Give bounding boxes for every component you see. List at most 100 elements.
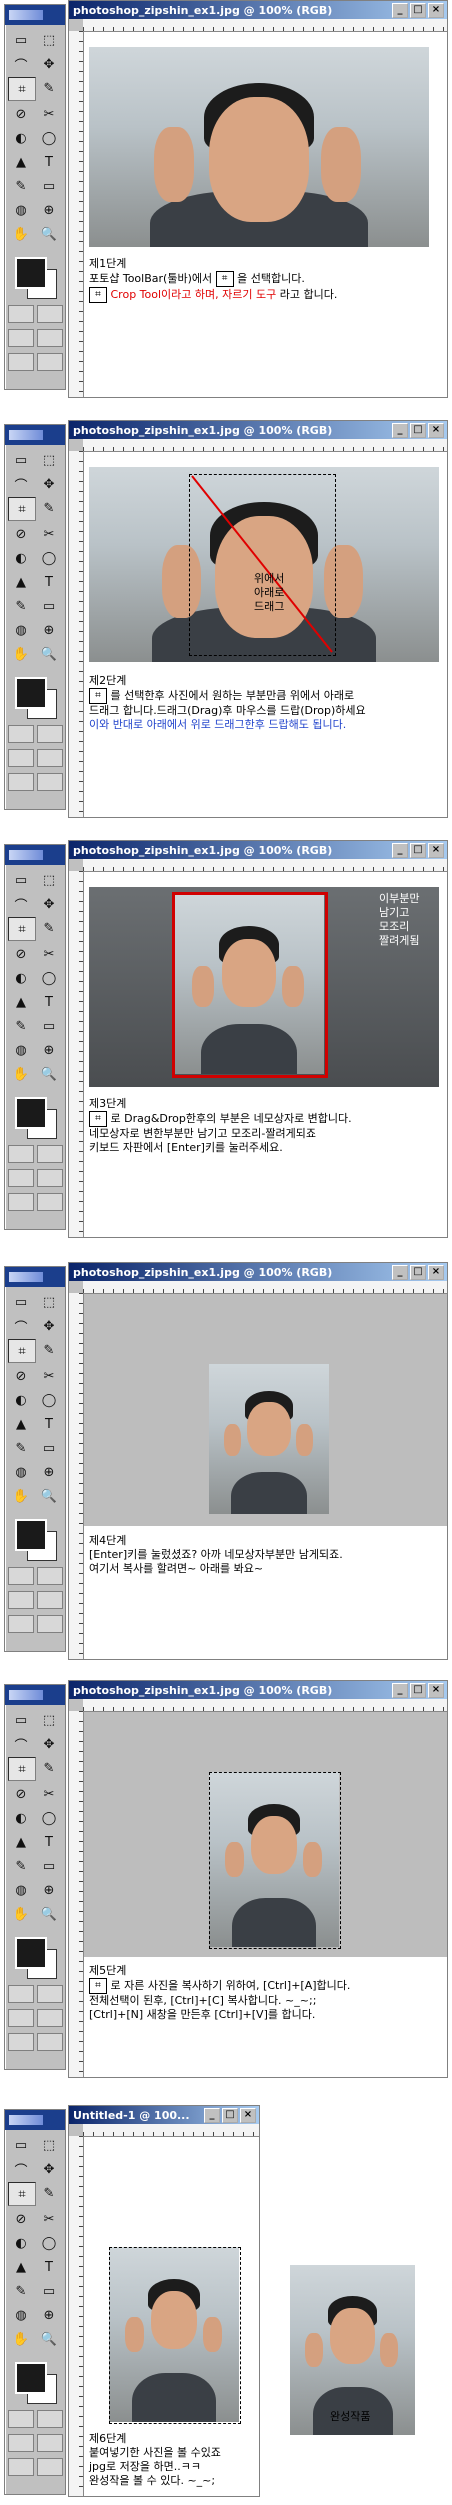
crop-tool-icon[interactable]: ⌗ xyxy=(8,917,36,941)
tool-icon[interactable]: ▲ xyxy=(8,1831,34,1853)
tool-icon[interactable]: ⬚ xyxy=(36,869,62,891)
tool-icon[interactable]: ◍ xyxy=(8,619,34,641)
tool-icon[interactable]: ⬚ xyxy=(36,2134,62,2156)
tool-icon[interactable]: ◍ xyxy=(8,1879,34,1901)
mode-button[interactable] xyxy=(7,1591,34,1609)
tool-icon[interactable]: T xyxy=(36,991,62,1013)
crop-tool-icon[interactable]: ⌗ xyxy=(8,1757,36,1781)
mode-button[interactable] xyxy=(36,2410,63,2428)
minimize-button[interactable]: _ xyxy=(392,423,408,438)
tool-icon[interactable]: ✎ xyxy=(8,1437,34,1459)
tool-icon[interactable]: ▲ xyxy=(8,151,34,173)
toolbox-titlebar[interactable] xyxy=(5,845,65,865)
tool-icon[interactable]: T xyxy=(36,571,62,593)
canvas[interactable]: 제1단계 포토샵 ToolBar(툴바)에서 ⌗ 을 선택합니다. ⌗ Crop T… xyxy=(84,32,447,397)
tool-icon[interactable]: ⌒ xyxy=(8,473,34,495)
canvas[interactable]: 위에서 아래로 드래그 제2단계 ⌗ 를 선택한후 사진에서 원하는 부분만큼 위에서 … xyxy=(84,452,447,817)
mode-button[interactable] xyxy=(7,2033,34,2051)
crop-tool-icon[interactable]: ⌗ xyxy=(8,497,36,521)
crop-tool-icon[interactable]: ⌗ xyxy=(8,77,36,101)
tool-icon[interactable]: ⌒ xyxy=(8,53,34,75)
tool-icon[interactable]: ✂ xyxy=(36,103,62,125)
tool-icon[interactable]: ▭ xyxy=(36,175,62,197)
tool-icon[interactable]: ▭ xyxy=(36,1855,62,1877)
tool-icon[interactable]: ◐ xyxy=(8,1807,34,1829)
tool-icon[interactable]: 🔍 xyxy=(36,1485,62,1507)
tool-icon[interactable]: ✎ xyxy=(36,2182,62,2204)
maximize-button[interactable]: □ xyxy=(410,843,426,858)
tool-icon[interactable]: ✥ xyxy=(36,1733,62,1755)
canvas[interactable]: 제4단계 [Enter]키를 눌렀셨죠? 아까 네모상자부분만 남게되죠. 여기서 … xyxy=(84,1294,447,1659)
tool-icon[interactable]: ◐ xyxy=(8,2232,34,2254)
mode-button[interactable] xyxy=(36,1567,63,1585)
tool-icon[interactable]: ◐ xyxy=(8,547,34,569)
mode-button[interactable] xyxy=(7,1615,34,1633)
tool-icon[interactable]: ⌒ xyxy=(8,2158,34,2180)
tool-icon[interactable]: ◯ xyxy=(36,1389,62,1411)
tool-icon[interactable]: T xyxy=(36,2256,62,2278)
tool-icon[interactable]: 🔍 xyxy=(36,1903,62,1925)
tool-icon[interactable]: ◯ xyxy=(36,1807,62,1829)
maximize-button[interactable]: □ xyxy=(410,3,426,18)
minimize-button[interactable]: _ xyxy=(392,1683,408,1698)
crop-box[interactable] xyxy=(172,892,328,1078)
tool-icon[interactable]: ▭ xyxy=(36,595,62,617)
mode-button[interactable] xyxy=(36,2434,63,2452)
window-titlebar[interactable]: photoshop_zipshin_ex1.jpg @ 100% (RGB) _ □… xyxy=(69,1681,447,1699)
tool-icon[interactable]: ✥ xyxy=(36,893,62,915)
mode-button[interactable] xyxy=(36,749,63,767)
mode-button[interactable] xyxy=(36,329,63,347)
pasted-layer-bounds[interactable] xyxy=(109,2247,241,2424)
tool-icon[interactable]: ✂ xyxy=(36,2208,62,2230)
minimize-button[interactable]: _ xyxy=(392,1265,408,1280)
tool-icon[interactable]: ✥ xyxy=(36,1315,62,1337)
tool-icon[interactable]: ⊕ xyxy=(36,2304,62,2326)
mode-button[interactable] xyxy=(7,2410,34,2428)
maximize-button[interactable]: □ xyxy=(222,2108,238,2123)
tool-icon[interactable]: ⬚ xyxy=(36,29,62,51)
tool-icon[interactable]: 🔍 xyxy=(36,223,62,245)
tool-icon[interactable]: ⊘ xyxy=(8,103,34,125)
tool-icon[interactable]: 🔍 xyxy=(36,643,62,665)
close-button[interactable]: × xyxy=(428,1265,444,1280)
tool-icon[interactable]: ◯ xyxy=(36,127,62,149)
tool-icon[interactable]: T xyxy=(36,151,62,173)
tool-icon[interactable]: ✋ xyxy=(8,1485,34,1507)
mode-button[interactable] xyxy=(7,1567,34,1585)
tool-icon[interactable]: ✂ xyxy=(36,1783,62,1805)
tool-icon[interactable]: ⊘ xyxy=(8,1365,34,1387)
tool-icon[interactable]: ▭ xyxy=(8,1291,34,1313)
window-titlebar[interactable]: photoshop_zipshin_ex1.jpg @ 100% (RGB) _ □… xyxy=(69,1263,447,1281)
tool-icon[interactable]: ▭ xyxy=(8,869,34,891)
crop-tool-icon[interactable]: ⌗ xyxy=(8,2182,36,2206)
mode-button[interactable] xyxy=(7,353,34,371)
tool-icon[interactable]: ✋ xyxy=(8,643,34,665)
tool-icon[interactable]: ⊕ xyxy=(36,1461,62,1483)
foreground-color-swatch[interactable] xyxy=(15,2362,47,2394)
mode-button[interactable] xyxy=(36,305,63,323)
mode-button[interactable] xyxy=(7,1985,34,2003)
mode-button[interactable] xyxy=(7,1169,34,1187)
tool-icon[interactable]: ✎ xyxy=(8,175,34,197)
mode-button[interactable] xyxy=(36,1615,63,1633)
window-titlebar[interactable]: photoshop_zipshin_ex1.jpg @ 100% (RGB) _ □… xyxy=(69,1,447,19)
tool-icon[interactable]: ⬚ xyxy=(36,1291,62,1313)
mode-button[interactable] xyxy=(36,2033,63,2051)
mode-button[interactable] xyxy=(7,725,34,743)
toolbox-titlebar[interactable] xyxy=(5,1685,65,1705)
tool-icon[interactable]: ⌒ xyxy=(8,1733,34,1755)
tool-icon[interactable]: ▭ xyxy=(8,29,34,51)
tool-icon[interactable]: ◍ xyxy=(8,1039,34,1061)
tool-icon[interactable]: ◯ xyxy=(36,547,62,569)
select-all-marquee[interactable] xyxy=(209,1772,341,1949)
tool-icon[interactable]: ⌒ xyxy=(8,893,34,915)
close-button[interactable]: × xyxy=(428,1683,444,1698)
tool-icon[interactable]: ✎ xyxy=(36,917,62,939)
mode-button[interactable] xyxy=(36,725,63,743)
tool-icon[interactable]: ✥ xyxy=(36,2158,62,2180)
tool-icon[interactable]: ✂ xyxy=(36,943,62,965)
toolbox-titlebar[interactable] xyxy=(5,425,65,445)
tool-icon[interactable]: ✎ xyxy=(36,1757,62,1779)
tool-icon[interactable]: ✎ xyxy=(36,1339,62,1361)
close-button[interactable]: × xyxy=(428,843,444,858)
